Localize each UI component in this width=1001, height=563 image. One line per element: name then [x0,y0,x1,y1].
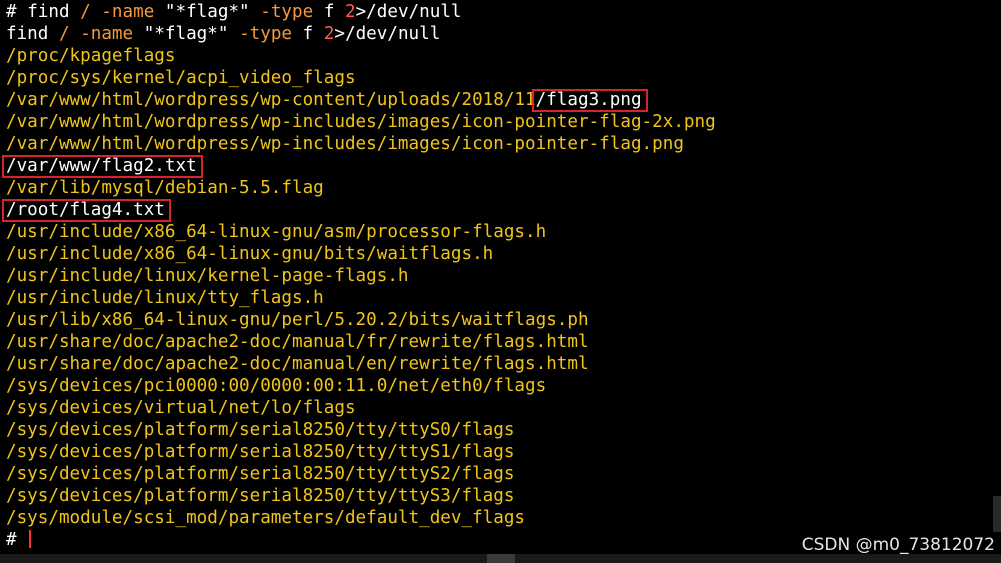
highlighted-flag-path: /root/flag4.txt [6,200,165,220]
result-path: /sys/module/scsi_mod/parameters/default_… [6,508,526,528]
result-path: /var/lib/mysql/debian-5.5.flag [6,178,324,198]
result-line: /proc/sys/kernel/acpi_video_flags [6,67,716,89]
terminal-window[interactable]: # find / -name "*flag*" -type f 2>/dev/n… [0,0,1001,563]
result-line: /sys/devices/platform/serial8250/tty/tty… [6,419,716,441]
scrollbar-thumb[interactable] [993,496,1001,532]
command-redirect: >/dev/null [355,2,462,22]
result-line: /root/flag4.txt [6,199,716,221]
result-line: /sys/devices/virtual/net/lo/flags [6,397,716,419]
result-line: /usr/include/linux/tty_flags.h [6,287,716,309]
highlighted-flag-path: /flag3.png [535,90,642,110]
result-path: /sys/devices/platform/serial8250/tty/tty… [6,464,515,484]
final-prompt-line[interactable]: # [6,529,716,551]
result-line: /var/www/html/wordpress/wp-includes/imag… [6,111,716,133]
command-type-flag: -type [239,24,293,44]
result-path: /proc/kpageflags [6,46,176,66]
command-name: find [27,2,70,22]
command-name: find [6,24,49,44]
result-line: /sys/devices/pci0000:00/0000:00:11.0/net… [6,375,716,397]
command-fd: 2 [323,24,335,44]
status-bar-segment [487,554,515,563]
command-line: find / -name "*flag*" -type f 2>/dev/nul… [6,23,716,45]
scrollbar-track[interactable] [993,0,1001,563]
result-line: /usr/include/x86_64-linux-gnu/bits/waitf… [6,243,716,265]
command-redirect: >/dev/null [334,24,441,44]
command-name-value: "*flag*" [143,24,229,44]
result-line: /var/www/html/wordpress/wp-includes/imag… [6,133,716,155]
command-echo-line: # find / -name "*flag*" -type f 2>/dev/n… [6,1,716,23]
command-slash: / [58,24,70,44]
result-path: /usr/include/x86_64-linux-gnu/asm/proces… [6,222,547,242]
result-line: /usr/lib/x86_64-linux-gnu/perl/5.20.2/bi… [6,309,716,331]
result-path: /sys/devices/platform/serial8250/tty/tty… [6,420,515,440]
text-cursor [28,530,31,548]
result-line: /var/www/flag2.txt [6,155,716,177]
result-path: /usr/share/doc/apache2-doc/manual/en/rew… [6,354,589,374]
result-path: /usr/lib/x86_64-linux-gnu/perl/5.20.2/bi… [6,310,589,330]
prompt-hash: # [6,2,17,22]
result-path: /var/www/html/wordpress/wp-includes/imag… [6,112,716,132]
result-path: /var/www/html/wordpress/wp-includes/imag… [6,134,684,154]
prompt-hash: # [6,530,17,550]
highlighted-flag-path: /var/www/flag2.txt [6,156,197,176]
result-line: /sys/module/scsi_mod/parameters/default_… [6,507,716,529]
command-name-flag: -name [101,2,155,22]
result-path: /sys/devices/virtual/net/lo/flags [6,398,356,418]
result-path: /proc/sys/kernel/acpi_video_flags [6,68,356,88]
result-line: /usr/share/doc/apache2-doc/manual/fr/rew… [6,331,716,353]
command-slash: / [80,2,91,22]
command-name-flag: -name [80,24,134,44]
result-path: /usr/include/linux/tty_flags.h [6,288,324,308]
command-name-value: "*flag*" [164,2,250,22]
result-path: /sys/devices/pci0000:00/0000:00:11.0/net… [6,376,547,396]
result-line: /sys/devices/platform/serial8250/tty/tty… [6,441,716,463]
result-line: /sys/devices/platform/serial8250/tty/tty… [6,463,716,485]
result-line: /usr/include/x86_64-linux-gnu/asm/proces… [6,221,716,243]
command-type-flag: -type [260,2,314,22]
result-path: /sys/devices/platform/serial8250/tty/tty… [6,442,515,462]
status-bar [0,554,1001,563]
result-path: /sys/devices/platform/serial8250/tty/tty… [6,486,515,506]
command-type-value: f [323,2,335,22]
result-line: /usr/include/linux/kernel-page-flags.h [6,265,716,287]
result-line: /var/lib/mysql/debian-5.5.flag [6,177,716,199]
result-line: /sys/devices/platform/serial8250/tty/tty… [6,485,716,507]
result-line: /usr/share/doc/apache2-doc/manual/en/rew… [6,353,716,375]
result-path: /usr/include/linux/kernel-page-flags.h [6,266,409,286]
result-line: /var/www/html/wordpress/wp-content/uploa… [6,89,716,111]
command-fd: 2 [345,2,356,22]
command-type-value: f [302,24,314,44]
watermark: CSDN @m0_73812072 [801,535,995,555]
result-path: /usr/include/x86_64-linux-gnu/bits/waitf… [6,244,494,264]
result-path: /usr/share/doc/apache2-doc/manual/fr/rew… [6,332,589,352]
result-list: /proc/kpageflags/proc/sys/kernel/acpi_vi… [6,45,716,529]
result-path: /var/www/html/wordpress/wp-content/uploa… [6,90,536,110]
result-line: /proc/kpageflags [6,45,716,67]
terminal-output: # find / -name "*flag*" -type f 2>/dev/n… [6,1,716,551]
